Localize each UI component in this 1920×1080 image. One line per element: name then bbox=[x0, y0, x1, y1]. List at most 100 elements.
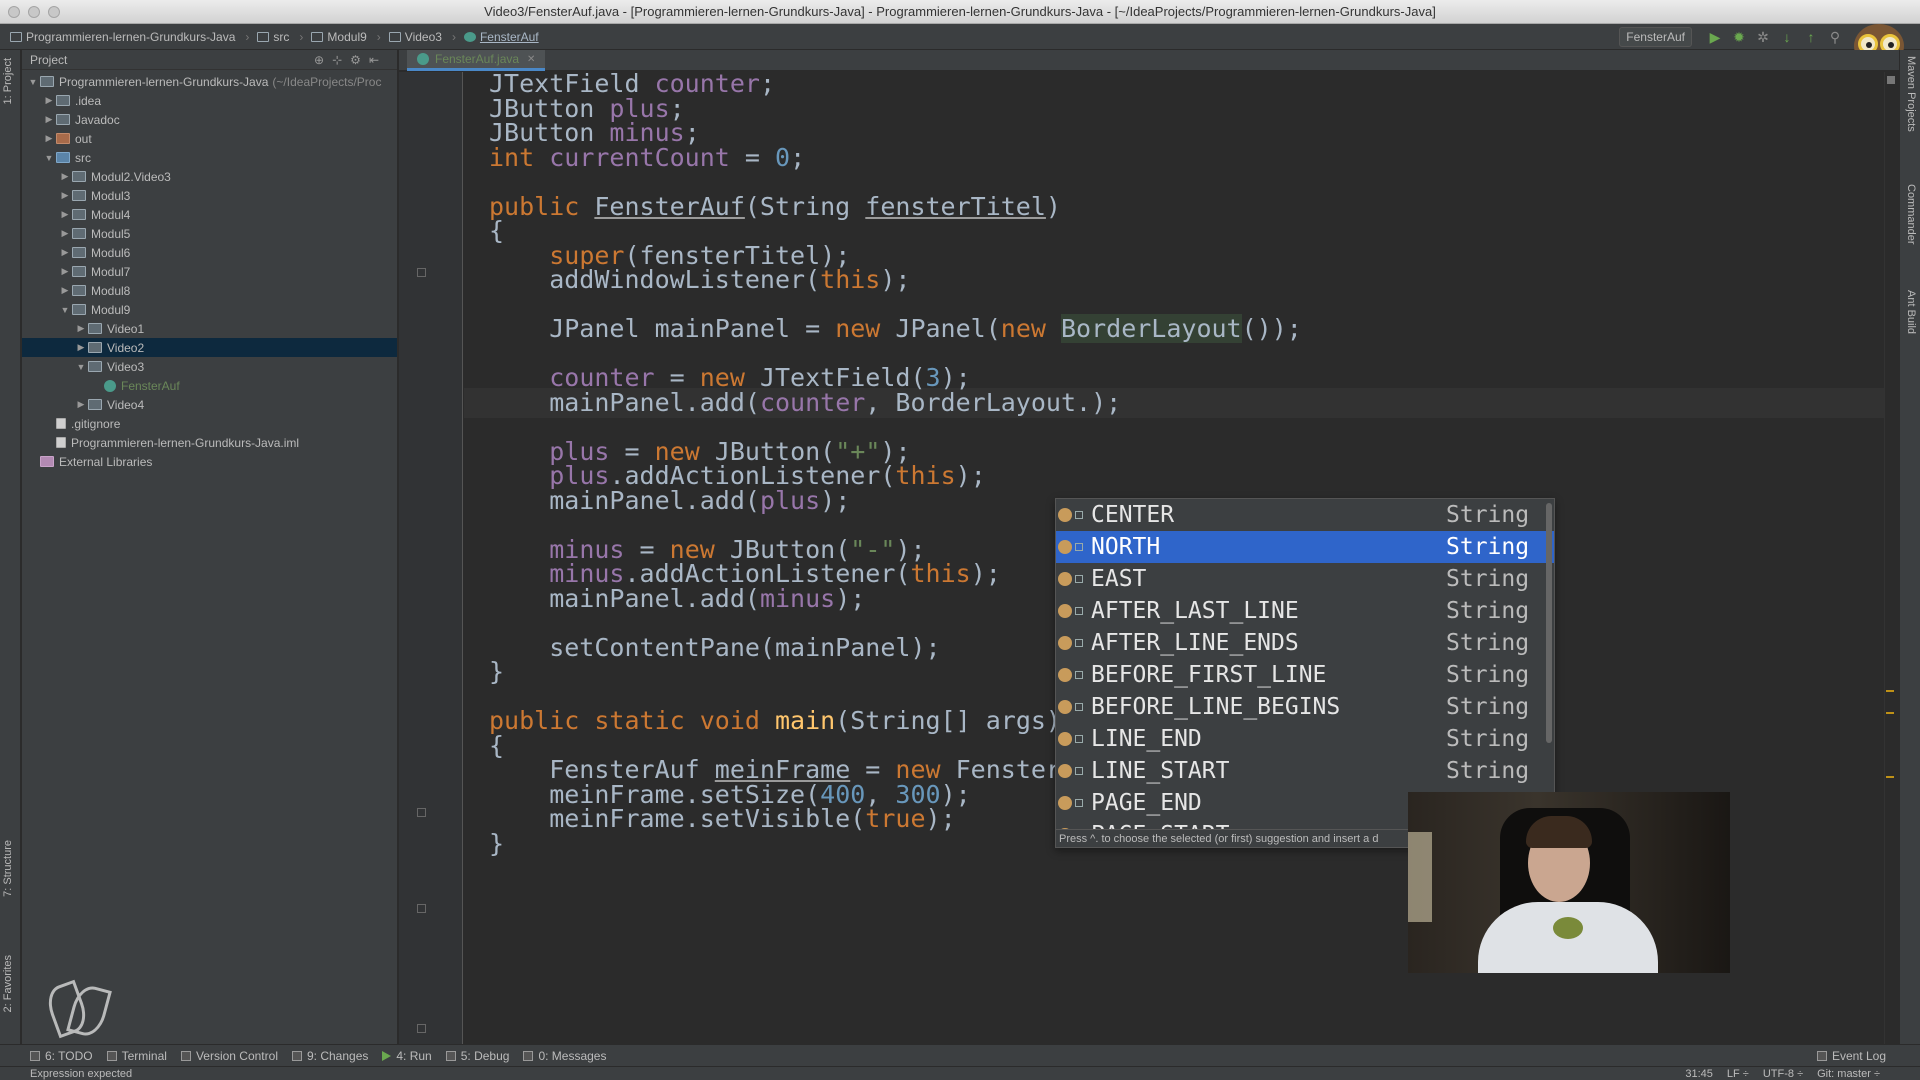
chevron-right-icon[interactable]: ▶ bbox=[74, 323, 88, 334]
tree-item[interactable]: ▶ Video2 bbox=[22, 338, 397, 357]
gear-icon[interactable]: ⚙ bbox=[350, 53, 369, 67]
tool-tab-favorites[interactable]: 2: Favorites bbox=[2, 955, 14, 1012]
file-encoding[interactable]: UTF-8 ÷ bbox=[1763, 1067, 1803, 1080]
window-title: Video3/FensterAuf.java - [Programmieren-… bbox=[484, 4, 1436, 19]
chevron-right-icon[interactable]: ▶ bbox=[74, 399, 88, 410]
tree-item[interactable]: ▼ Programmieren-lernen-Grundkurs-Java (~/I… bbox=[22, 72, 397, 91]
breadcrumb-project[interactable]: Programmieren-lernen-Grundkurs-Java bbox=[10, 30, 235, 44]
tool-tab-structure[interactable]: 7: Structure bbox=[2, 840, 14, 897]
tool-run[interactable]: 4: Run bbox=[382, 1049, 432, 1063]
completion-item[interactable]: LINE_START String bbox=[1056, 755, 1554, 787]
chevron-right-icon[interactable]: ▶ bbox=[58, 209, 72, 220]
tool-debug[interactable]: 5: Debug bbox=[445, 1049, 509, 1063]
chevron-right-icon[interactable]: ▶ bbox=[42, 114, 56, 125]
run-icon[interactable]: ▶ bbox=[1706, 28, 1724, 46]
chevron-right-icon[interactable]: ▶ bbox=[42, 95, 56, 106]
tree-item[interactable]: ▶ Javadoc bbox=[22, 110, 397, 129]
chevron-down-icon[interactable]: ▼ bbox=[58, 305, 72, 315]
vcs-update-icon[interactable]: ↓ bbox=[1778, 28, 1796, 46]
code-line: meinFrame.setVisible(true); bbox=[489, 804, 955, 834]
tree-item[interactable]: .gitignore bbox=[22, 414, 397, 433]
chevron-right-icon[interactable]: ▶ bbox=[58, 171, 72, 182]
chevron-right-icon[interactable]: ▶ bbox=[42, 133, 56, 144]
tool-todo[interactable]: 6: TODO bbox=[30, 1049, 93, 1063]
tool-version-control[interactable]: Version Control bbox=[180, 1049, 278, 1063]
close-icon[interactable]: ✕ bbox=[527, 54, 535, 65]
zoom-window-button[interactable] bbox=[48, 6, 60, 18]
tree-item[interactable]: ▶ Modul5 bbox=[22, 224, 397, 243]
editor-scrollbar[interactable] bbox=[1884, 72, 1896, 1044]
debug-icon[interactable]: ✹ bbox=[1730, 28, 1748, 46]
completion-item[interactable]: CENTER String bbox=[1056, 499, 1554, 531]
fold-marker-icon[interactable] bbox=[417, 1024, 426, 1033]
collapse-all-icon[interactable]: ⊹ bbox=[332, 53, 350, 67]
tree-item[interactable]: ▶ Video1 bbox=[22, 319, 397, 338]
scroll-from-source-icon[interactable]: ⊕ bbox=[314, 53, 332, 67]
tool-terminal[interactable]: Terminal bbox=[106, 1049, 167, 1063]
chevron-down-icon[interactable]: ▼ bbox=[42, 153, 56, 163]
tool-tab-ant-build[interactable]: Ant Build bbox=[1905, 290, 1917, 334]
project-view-select[interactable]: Project bbox=[30, 53, 67, 67]
completion-item[interactable]: AFTER_LAST_LINE String bbox=[1056, 595, 1554, 627]
editor-tab-fensterauf[interactable]: FensterAuf.java ✕ bbox=[407, 50, 546, 71]
caret-position[interactable]: 31:45 bbox=[1685, 1067, 1713, 1080]
chevron-right-icon[interactable]: ▶ bbox=[58, 247, 72, 258]
breadcrumb-src[interactable]: src bbox=[257, 30, 289, 44]
tree-item[interactable]: ▼ src bbox=[22, 148, 397, 167]
minimize-window-button[interactable] bbox=[28, 6, 40, 18]
scrollbar-thumb[interactable] bbox=[1887, 76, 1895, 84]
tree-item[interactable]: ▼ Modul9 bbox=[22, 300, 397, 319]
breadcrumb-modul9[interactable]: Modul9 bbox=[311, 30, 367, 44]
warning-marker[interactable] bbox=[1886, 690, 1894, 692]
chevron-right-icon[interactable]: ▶ bbox=[58, 228, 72, 239]
tree-item[interactable]: ▶ Video4 bbox=[22, 395, 397, 414]
vcs-commit-icon[interactable]: ↑ bbox=[1802, 28, 1820, 46]
warning-marker[interactable] bbox=[1886, 712, 1894, 714]
fold-marker-icon[interactable] bbox=[417, 808, 426, 817]
tree-item[interactable]: ▼ Video3 bbox=[22, 357, 397, 376]
run-configuration-select[interactable]: FensterAuf bbox=[1619, 27, 1692, 47]
tree-item[interactable]: ▶ Modul8 bbox=[22, 281, 397, 300]
tree-item[interactable]: ▶ out bbox=[22, 129, 397, 148]
hide-panel-icon[interactable]: ⇤ bbox=[369, 53, 387, 67]
chevron-right-icon[interactable]: ▶ bbox=[58, 285, 72, 296]
tree-item[interactable]: FensterAuf bbox=[22, 376, 397, 395]
tool-tab-commander[interactable]: Commander bbox=[1905, 184, 1917, 245]
tool-event-log[interactable]: Event Log bbox=[1816, 1049, 1886, 1063]
completion-item[interactable]: AFTER_LINE_ENDS String bbox=[1056, 627, 1554, 659]
chevron-down-icon[interactable]: ▼ bbox=[26, 77, 40, 87]
tree-item[interactable]: External Libraries bbox=[22, 452, 397, 471]
breadcrumb-fensterauf[interactable]: FensterAuf bbox=[463, 30, 539, 44]
close-window-button[interactable] bbox=[8, 6, 20, 18]
chevron-right-icon[interactable]: ▶ bbox=[74, 342, 88, 353]
completion-item[interactable]: NORTH String bbox=[1056, 531, 1554, 563]
tree-item[interactable]: ▶ Modul6 bbox=[22, 243, 397, 262]
fold-marker-icon[interactable] bbox=[417, 268, 426, 277]
tool-messages[interactable]: 0: Messages bbox=[523, 1049, 606, 1063]
line-separator[interactable]: LF ÷ bbox=[1727, 1067, 1749, 1080]
warning-marker[interactable] bbox=[1886, 776, 1894, 778]
fold-marker-icon[interactable] bbox=[417, 904, 426, 913]
tool-tab-project[interactable]: 1: Project bbox=[2, 58, 14, 104]
tool-changes[interactable]: 9: Changes bbox=[291, 1049, 368, 1063]
breadcrumb-video3[interactable]: Video3 bbox=[388, 30, 442, 44]
chevron-right-icon[interactable]: ▶ bbox=[58, 266, 72, 277]
tree-item[interactable]: ▶ Modul7 bbox=[22, 262, 397, 281]
tree-item[interactable]: ▶ Modul4 bbox=[22, 205, 397, 224]
tree-item[interactable]: Programmieren-lernen-Grundkurs-Java.iml bbox=[22, 433, 397, 452]
tree-item[interactable]: ▶ Modul2.Video3 bbox=[22, 167, 397, 186]
tool-tab-maven[interactable]: Maven Projects bbox=[1905, 56, 1917, 132]
coverage-icon[interactable]: ✲ bbox=[1754, 28, 1772, 46]
tree-item[interactable]: ▶ .idea bbox=[22, 91, 397, 110]
chevron-right-icon[interactable]: ▶ bbox=[58, 190, 72, 201]
webcam-overlay bbox=[1408, 792, 1730, 973]
git-branch[interactable]: Git: master ÷ bbox=[1817, 1067, 1880, 1080]
tree-item[interactable]: ▶ Modul3 bbox=[22, 186, 397, 205]
search-icon[interactable]: ⚲ bbox=[1826, 28, 1844, 46]
completion-item[interactable]: LINE_END String bbox=[1056, 723, 1554, 755]
completion-scrollbar[interactable] bbox=[1546, 503, 1552, 743]
completion-item[interactable]: BEFORE_LINE_BEGINS String bbox=[1056, 691, 1554, 723]
completion-item[interactable]: EAST String bbox=[1056, 563, 1554, 595]
chevron-down-icon[interactable]: ▼ bbox=[74, 362, 88, 372]
completion-item[interactable]: BEFORE_FIRST_LINE String bbox=[1056, 659, 1554, 691]
